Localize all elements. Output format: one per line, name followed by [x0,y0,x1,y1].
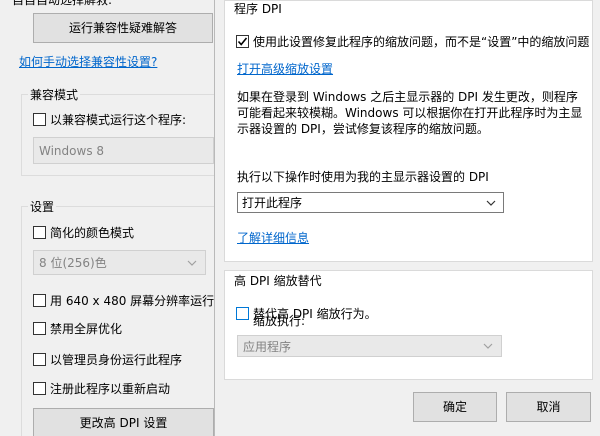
use-dpi-select[interactable]: 打开此程序 [237,192,504,213]
run-troubleshooter-button[interactable]: 运行兼容性疑难解答 [33,13,213,43]
disable-fullscreen-checkbox[interactable] [33,322,46,335]
run-as-admin-row[interactable]: 以管理员身份运行此程序 [33,351,182,368]
os-version-select: Windows 8 [33,137,214,164]
run-in-compat-mode-row[interactable]: 以兼容模式运行这个程序: [33,111,186,128]
change-high-dpi-button[interactable]: 更改高 DPI 设置 [33,408,214,436]
chevron-down-icon [483,343,493,349]
clipped-header-text: 自自自动选择解救: [12,0,113,7]
reduced-color-checkbox[interactable] [33,226,46,239]
os-version-value: Windows 8 [39,143,105,158]
disable-fullscreen-row[interactable]: 禁用全屏优化 [33,320,122,337]
description-line-2: 可能看起来较模糊。Windows 可以根据你在打开此程序时为主显 [237,106,583,120]
run-as-admin-label: 以管理员身份运行此程序 [50,353,183,367]
use-dpi-value: 打开此程序 [242,196,303,210]
checkmark-icon [237,37,248,46]
scaling-performed-by-value: 应用程序 [243,339,292,354]
res-640-label: 用 640 x 480 屏幕分辨率运行 [50,294,215,308]
reduced-color-row[interactable]: 简化的颜色模式 [33,224,134,241]
color-depth-value: 8 位(256)色 [39,256,107,270]
advanced-scaling-link[interactable]: 打开高级缩放设置 [237,60,333,77]
high-dpi-override-title: 高 DPI 缩放替代 [234,274,322,288]
high-dpi-settings-dialog: 程序 DPI 使用此设置修复此程序的缩放问题，而不是“设置”中的缩放问题 打开高… [214,0,600,436]
use-dpi-label: 执行以下操作时使用为我的主显示器设置的 DPI [237,170,489,184]
description-line-1: 如果在登录到 Windows 之后主显示器的 DPI 发生更改，则程序 [237,90,578,104]
register-restart-row[interactable]: 注册此程序以重新启动 [33,380,170,397]
scaling-performed-by-select: 应用程序 [237,335,502,357]
manual-compat-settings-link[interactable]: 如何手动选择兼容性设置? [19,53,157,70]
run-as-admin-checkbox[interactable] [33,353,46,366]
register-restart-checkbox[interactable] [33,382,46,395]
cancel-button[interactable]: 取消 [506,392,591,422]
chevron-down-icon [187,260,197,266]
reduced-color-label: 简化的颜色模式 [50,226,135,240]
fix-scaling-checkbox[interactable] [236,35,249,48]
res-640-checkbox[interactable] [33,294,46,307]
ok-button[interactable]: 确定 [413,392,497,422]
override-scaling-checkbox[interactable] [236,307,249,320]
program-dpi-title: 程序 DPI [234,2,282,16]
chevron-down-icon [486,200,496,206]
run-in-compat-mode-checkbox[interactable] [33,113,46,126]
description-line-3: 示器设置的 DPI，尝试修复该程序的缩放问题。 [237,122,489,136]
settings-group-title: 设置 [28,198,57,215]
compat-mode-group-title: 兼容模式 [28,86,81,103]
run-in-compat-mode-label: 以兼容模式运行这个程序: [50,113,187,127]
res-640-row[interactable]: 用 640 x 480 屏幕分辨率运行 [33,292,214,309]
learn-more-link[interactable]: 了解详细信息 [237,229,309,246]
disable-fullscreen-label: 禁用全屏优化 [50,322,123,336]
fix-scaling-row[interactable]: 使用此设置修复此程序的缩放问题，而不是“设置”中的缩放问题 [236,33,589,50]
compatibility-properties-window: 自自自动选择解救: 运行兼容性疑难解答 如何手动选择兼容性设置? 兼容模式 以兼… [0,0,214,436]
color-depth-select: 8 位(256)色 [33,250,206,275]
fix-scaling-label: 使用此设置修复此程序的缩放问题，而不是“设置”中的缩放问题 [253,35,590,49]
register-restart-label: 注册此程序以重新启动 [50,382,171,396]
scaling-performed-by-label: 缩放执行: [253,314,306,328]
